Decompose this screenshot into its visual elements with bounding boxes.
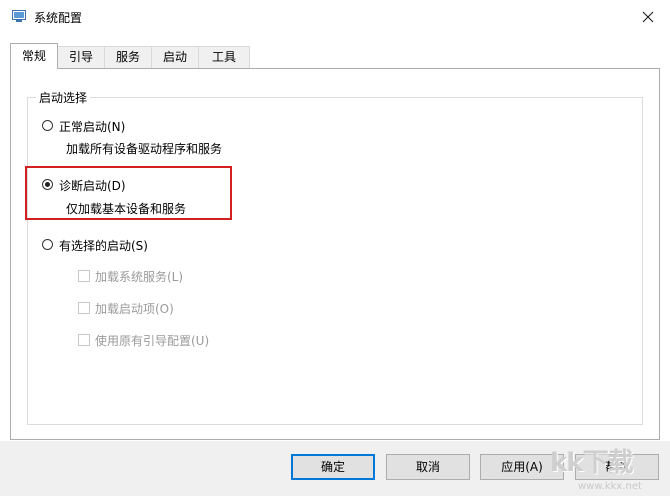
load-system-services-checkbox[interactable] [78, 270, 90, 282]
general-tab-panel: 启动选择 正常启动(N) 加载所有设备驱动程序和服务 诊断启动(D) 仅加载基本… [10, 68, 660, 440]
window-title: 系统配置 [34, 11, 83, 25]
apply-button-label: 应用(A) [501, 460, 543, 474]
startup-selection-group: 启动选择 正常启动(N) 加载所有设备驱动程序和服务 诊断启动(D) 仅加载基本… [27, 89, 643, 425]
use-original-boot-config-checkbox[interactable] [78, 334, 90, 346]
close-icon [642, 11, 654, 23]
watermark-brand: kk下载 [550, 448, 634, 478]
load-system-services-label: 加载系统服务(L) [95, 270, 184, 284]
watermark-url: www.kkx.net [578, 481, 642, 492]
kkx-watermark: kk下载 www.kkx.net [548, 440, 670, 496]
tab-general-label: 常规 [21, 49, 46, 63]
tab-startup-label: 启动 [162, 50, 187, 64]
close-button[interactable] [626, 0, 670, 34]
tab-tools[interactable]: 工具 [198, 46, 250, 68]
cancel-button[interactable]: 取消 [386, 454, 470, 480]
tab-services-label: 服务 [115, 50, 140, 64]
tab-general[interactable]: 常规 [10, 43, 58, 69]
tab-startup[interactable]: 启动 [151, 46, 199, 68]
load-startup-items-checkbox[interactable] [78, 302, 90, 314]
normal-startup-label: 正常启动(N) [59, 120, 126, 134]
load-startup-items-label: 加载启动项(O) [95, 302, 174, 316]
tab-services[interactable]: 服务 [104, 46, 152, 68]
cancel-button-label: 取消 [415, 460, 440, 474]
tab-tools-label: 工具 [211, 50, 236, 64]
title-bar: 系统配置 [0, 0, 670, 34]
ok-button[interactable]: 确定 [291, 454, 375, 480]
normal-startup-description: 加载所有设备驱动程序和服务 [66, 142, 223, 156]
normal-startup-radio[interactable] [42, 120, 53, 131]
tab-boot[interactable]: 引导 [57, 46, 105, 68]
selective-startup-label: 有选择的启动(S) [59, 239, 148, 253]
use-original-boot-config-label: 使用原有引导配置(U) [95, 334, 210, 348]
ok-button-label: 确定 [320, 460, 345, 474]
system-config-app-icon [12, 10, 26, 22]
diagnostic-startup-highlight-box [25, 166, 232, 220]
selective-startup-radio[interactable] [42, 239, 53, 250]
startup-selection-legend: 启动选择 [36, 89, 91, 106]
tab-boot-label: 引导 [68, 50, 93, 64]
